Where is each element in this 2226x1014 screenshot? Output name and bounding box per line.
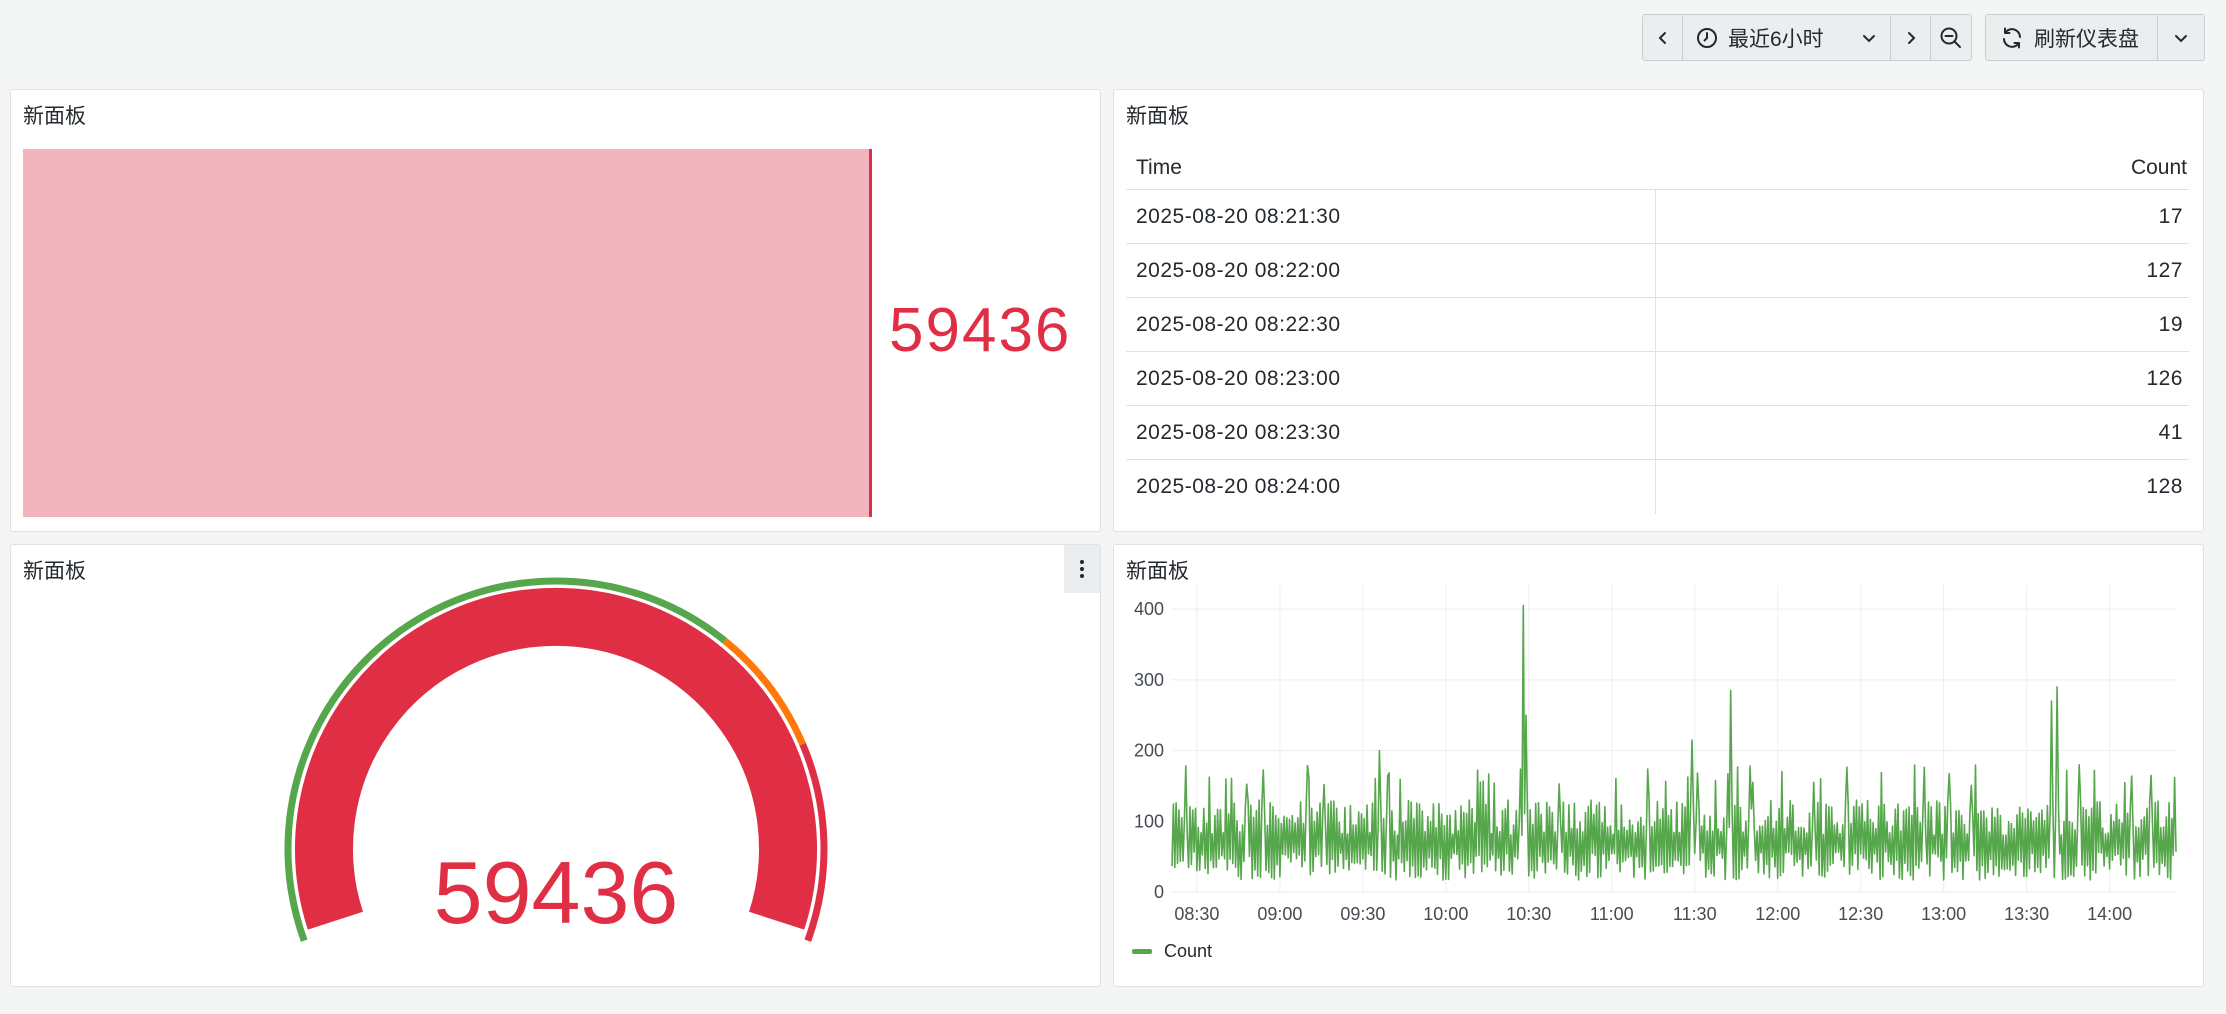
table-row: 2025-08-20 08:21:30 17 bbox=[1126, 190, 2189, 244]
x-tick-label: 12:00 bbox=[1755, 904, 1800, 924]
chevron-left-icon bbox=[1658, 31, 1666, 44]
panel-title: 新面板 bbox=[1126, 105, 1189, 128]
refresh-dashboard-button[interactable]: 刷新仪表盘 bbox=[1986, 15, 2158, 60]
x-tick-label: 09:00 bbox=[1257, 904, 1302, 924]
bar-gauge-panel[interactable]: 新面板 59436 bbox=[10, 89, 1101, 532]
table-row: 2025-08-20 08:24:00 128 bbox=[1126, 460, 2189, 514]
y-tick-label: 300 bbox=[1134, 670, 1164, 690]
gauge-chart: 59436 bbox=[284, 577, 828, 942]
table-cell-time: 2025-08-20 08:24:00 bbox=[1126, 460, 1656, 514]
table-row: 2025-08-20 08:23:30 41 bbox=[1126, 406, 2189, 460]
gauge-panel[interactable]: 新面板 59436 bbox=[10, 544, 1101, 987]
x-tick-label: 13:30 bbox=[2004, 904, 2049, 924]
gauge-value: 59436 bbox=[434, 843, 679, 942]
table-cell-count: 19 bbox=[2158, 312, 2183, 336]
zoom-out-button[interactable] bbox=[1931, 15, 1971, 60]
table-row: 2025-08-20 08:22:30 19 bbox=[1126, 298, 2189, 352]
x-tick-label: 14:00 bbox=[2087, 904, 2132, 924]
y-tick-label: 400 bbox=[1134, 599, 1164, 619]
timeseries-chart: 0 100 200 300 400 08:30 09:00 09:30 10:00 10:30 11… bbox=[1134, 585, 2177, 924]
y-tick-label: 100 bbox=[1134, 811, 1164, 831]
dashboard-toolbar: 最近6小时 刷新仪表盘 bbox=[1642, 14, 2205, 61]
refresh-group: 刷新仪表盘 bbox=[1985, 14, 2205, 61]
y-tick-label: 200 bbox=[1134, 741, 1164, 761]
y-tick-label: 0 bbox=[1154, 882, 1164, 902]
legend-swatch bbox=[1132, 949, 1152, 954]
time-back-button[interactable] bbox=[1643, 15, 1683, 60]
table-cell-time: 2025-08-20 08:23:00 bbox=[1126, 352, 1656, 405]
table-cell-count: 128 bbox=[2146, 475, 2183, 498]
table-cell-time: 2025-08-20 08:21:30 bbox=[1126, 190, 1656, 243]
refresh-icon bbox=[2003, 27, 2021, 48]
x-tick-label: 11:30 bbox=[1673, 904, 1717, 924]
time-picker-group: 最近6小时 bbox=[1642, 14, 1972, 61]
table-row: 2025-08-20 08:23:00 126 bbox=[1126, 352, 2189, 406]
refresh-label: 刷新仪表盘 bbox=[2034, 27, 2139, 51]
table-cell-count: 41 bbox=[2158, 420, 2183, 444]
x-tick-label: 13:00 bbox=[1921, 904, 1966, 924]
timeseries-panel[interactable]: 新面板 0 100 200 300 400 08:30 09:00 09:30 10:00 10:… bbox=[1113, 544, 2204, 987]
table-cell-count: 126 bbox=[2146, 366, 2183, 390]
table-cell-time: 2025-08-20 08:22:30 bbox=[1126, 298, 1656, 351]
time-forward-button[interactable] bbox=[1891, 15, 1931, 60]
column-header-count[interactable]: Count bbox=[1656, 156, 2189, 180]
x-tick-label: 10:30 bbox=[1506, 904, 1551, 924]
chevron-right-icon bbox=[1907, 31, 1915, 44]
x-tick-label: 10:00 bbox=[1423, 904, 1468, 924]
clock-icon bbox=[1697, 27, 1717, 48]
chart-legend[interactable]: Count bbox=[1132, 941, 1212, 962]
chevron-down-icon bbox=[2175, 34, 2187, 42]
chevron-down-icon bbox=[1863, 34, 1875, 42]
column-header-time[interactable]: Time bbox=[1126, 156, 1656, 180]
time-range-label: 最近6小时 bbox=[1728, 27, 1824, 51]
time-range-picker[interactable]: 最近6小时 bbox=[1683, 15, 1891, 60]
table-cell-time: 2025-08-20 08:22:00 bbox=[1126, 244, 1656, 297]
table-row: 2025-08-20 08:22:00 127 bbox=[1126, 244, 2189, 298]
zoom-out-icon bbox=[1940, 27, 1961, 48]
legend-label: Count bbox=[1164, 941, 1213, 961]
x-tick-label: 08:30 bbox=[1174, 904, 1219, 924]
x-tick-label: 09:30 bbox=[1340, 904, 1385, 924]
table-panel[interactable]: 新面板 Time Count 2025-08-20 08:21:30 17 20… bbox=[1113, 89, 2204, 532]
table-cell-count: 127 bbox=[2146, 258, 2183, 282]
bar-gauge-bar bbox=[23, 149, 872, 517]
bar-gauge-value: 59436 bbox=[889, 296, 1072, 365]
refresh-interval-dropdown[interactable] bbox=[2158, 15, 2204, 60]
table-cell-count: 17 bbox=[2158, 204, 2183, 228]
panel-title: 新面板 bbox=[23, 105, 86, 128]
x-tick-label: 12:30 bbox=[1838, 904, 1883, 924]
data-table: Time Count 2025-08-20 08:21:30 17 2025-0… bbox=[1126, 146, 2189, 514]
series-line-count bbox=[1171, 604, 2177, 881]
table-cell-time: 2025-08-20 08:23:30 bbox=[1126, 406, 1656, 459]
x-tick-label: 11:00 bbox=[1590, 904, 1634, 924]
table-header: Time Count bbox=[1126, 146, 2189, 190]
